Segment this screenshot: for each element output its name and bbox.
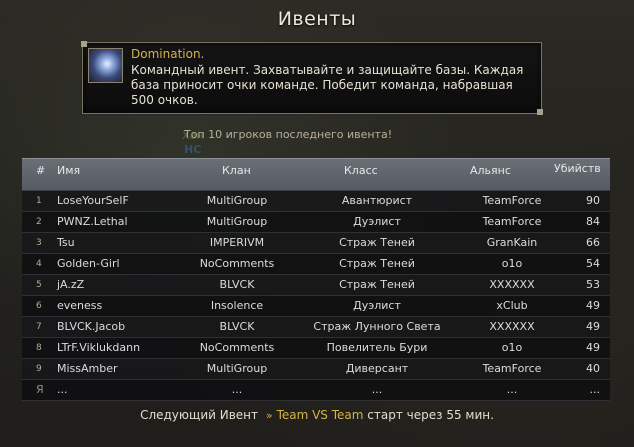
row-player-name: PWNZ.Lethal — [57, 215, 128, 228]
row-player-name: MissAmber — [57, 362, 118, 375]
row-class: Страж Лунного Света — [313, 320, 441, 333]
row-rank: 7 — [36, 322, 42, 332]
top-players-caption: Топ 10 игроков последнего ивента! — [184, 128, 393, 141]
table-header: # Имя Клан Класс Альянс Убийств — [22, 158, 610, 191]
table-row: 8 LTrF.Viklukdann NoComments Повелитель … — [22, 338, 610, 359]
row-rank: 8 — [36, 343, 42, 353]
table-row: 7 BLVCK.Jacob BLVCK Страж Лунного Света … — [22, 317, 610, 338]
col-kills-header: Убийств — [554, 162, 601, 175]
row-class: Дуэлист — [353, 299, 401, 312]
col-alliance-header: Альянс — [470, 164, 511, 177]
row-kills: 66 — [586, 236, 600, 249]
row-clan: IMPERIVM — [209, 236, 265, 249]
table-row: 1 LoseYourSelF MultiGroup Авантюрист Tea… — [22, 191, 610, 212]
row-class: Повелитель Бури — [326, 341, 428, 354]
event-description: Командный ивент. Захватывайте и защищайт… — [131, 63, 524, 107]
next-event-info: Следующий Ивент » Team VS Team старт чере… — [0, 408, 634, 422]
row-rank: 3 — [36, 238, 42, 248]
row-class: Диверсант — [345, 362, 409, 375]
col-class-header: Класс — [344, 164, 378, 177]
row-class: Страж Теней — [339, 257, 415, 270]
row-alliance: TeamForce — [482, 194, 542, 207]
row-rank: 1 — [36, 196, 42, 206]
row-player-name: Tsu — [57, 236, 75, 249]
table-row: 3 Tsu IMPERIVM Страж Теней GranKain 66 — [22, 233, 610, 254]
row-alliance: XXXXXX — [489, 278, 535, 291]
row-alliance: TeamForce — [482, 362, 542, 375]
col-clan-header: Клан — [222, 164, 251, 177]
table-row: 6 eveness Insolence Дуэлист xClub 49 — [22, 296, 610, 317]
row-class: Дуэлист — [353, 215, 401, 228]
row-clan: ... — [231, 383, 243, 396]
row-player-name: eveness — [57, 299, 103, 312]
row-alliance: XXXXXX — [489, 320, 535, 333]
row-rank: Я — [36, 383, 44, 396]
table-row: 4 Golden-Girl NoComments Страж Теней o1o… — [22, 254, 610, 275]
row-clan: MultiGroup — [206, 215, 268, 228]
event-name: Domination. — [131, 47, 205, 61]
row-class: Авантюрист — [341, 194, 413, 207]
row-clan: NoComments — [199, 341, 275, 354]
row-clan: NoComments — [199, 257, 275, 270]
row-kills: 53 — [586, 278, 600, 291]
row-clan: MultiGroup — [206, 362, 268, 375]
next-event-name: Team VS Team — [276, 408, 364, 422]
row-alliance: TeamForce — [482, 215, 542, 228]
row-kills: 49 — [586, 320, 600, 333]
row-alliance: xClub — [496, 299, 528, 312]
col-num-header: # — [36, 164, 46, 177]
row-alliance: o1o — [501, 257, 523, 270]
table-row: 5 jA.zZ BLVCK Страж Теней XXXXXX 53 — [22, 275, 610, 296]
double-chevron-icon: » — [265, 409, 273, 422]
row-player-name: LTrF.Viklukdann — [57, 341, 141, 354]
row-kills: 84 — [586, 215, 600, 228]
row-kills: 49 — [586, 341, 600, 354]
row-player-name: jA.zZ — [57, 278, 85, 291]
row-player-name: Golden-Girl — [57, 257, 120, 270]
row-rank: 9 — [36, 364, 42, 374]
row-rank: 2 — [36, 217, 42, 227]
row-kills: 40 — [586, 362, 600, 375]
row-kills: 49 — [586, 299, 600, 312]
next-event-label: Следующий Ивент — [140, 408, 258, 422]
row-alliance: GranKain — [486, 236, 538, 249]
page-title: Ивенты — [277, 8, 357, 30]
row-alliance: ... — [506, 383, 518, 396]
row-kills: ... — [589, 383, 601, 396]
row-class: ... — [371, 383, 383, 396]
row-player-name: BLVCK.Jacob — [57, 320, 126, 333]
row-rank: 5 — [36, 280, 42, 290]
row-rank: 6 — [36, 301, 42, 311]
table-row: 9 MissAmber MultiGroup Диверсант TeamFor… — [22, 359, 610, 380]
row-player-name: ... — [57, 383, 68, 396]
row-alliance: o1o — [501, 341, 523, 354]
row-class: Страж Теней — [339, 278, 415, 291]
row-clan: MultiGroup — [206, 194, 268, 207]
row-player-name: LoseYourSelF — [57, 194, 129, 207]
background-text-2: HC — [184, 143, 202, 156]
row-clan: BLVCK — [219, 320, 255, 333]
row-class: Страж Теней — [339, 236, 415, 249]
own-rank-row: Я ... ... ... ... ... — [22, 380, 610, 401]
row-clan: Insolence — [210, 299, 264, 312]
domination-event-icon — [88, 48, 123, 83]
row-clan: BLVCK — [219, 278, 255, 291]
next-event-countdown: старт через 55 мин. — [367, 408, 494, 422]
table-row: 2 PWNZ.Lethal MultiGroup Дуэлист TeamFor… — [22, 212, 610, 233]
top-players-table: # Имя Клан Класс Альянс Убийств 1 LoseYo… — [22, 158, 610, 401]
row-kills: 54 — [586, 257, 600, 270]
row-rank: 4 — [36, 259, 42, 269]
col-name-header: Имя — [57, 164, 81, 177]
row-kills: 90 — [586, 194, 600, 207]
event-info-panel: Domination. Командный ивент. Захватывайт… — [81, 41, 543, 115]
